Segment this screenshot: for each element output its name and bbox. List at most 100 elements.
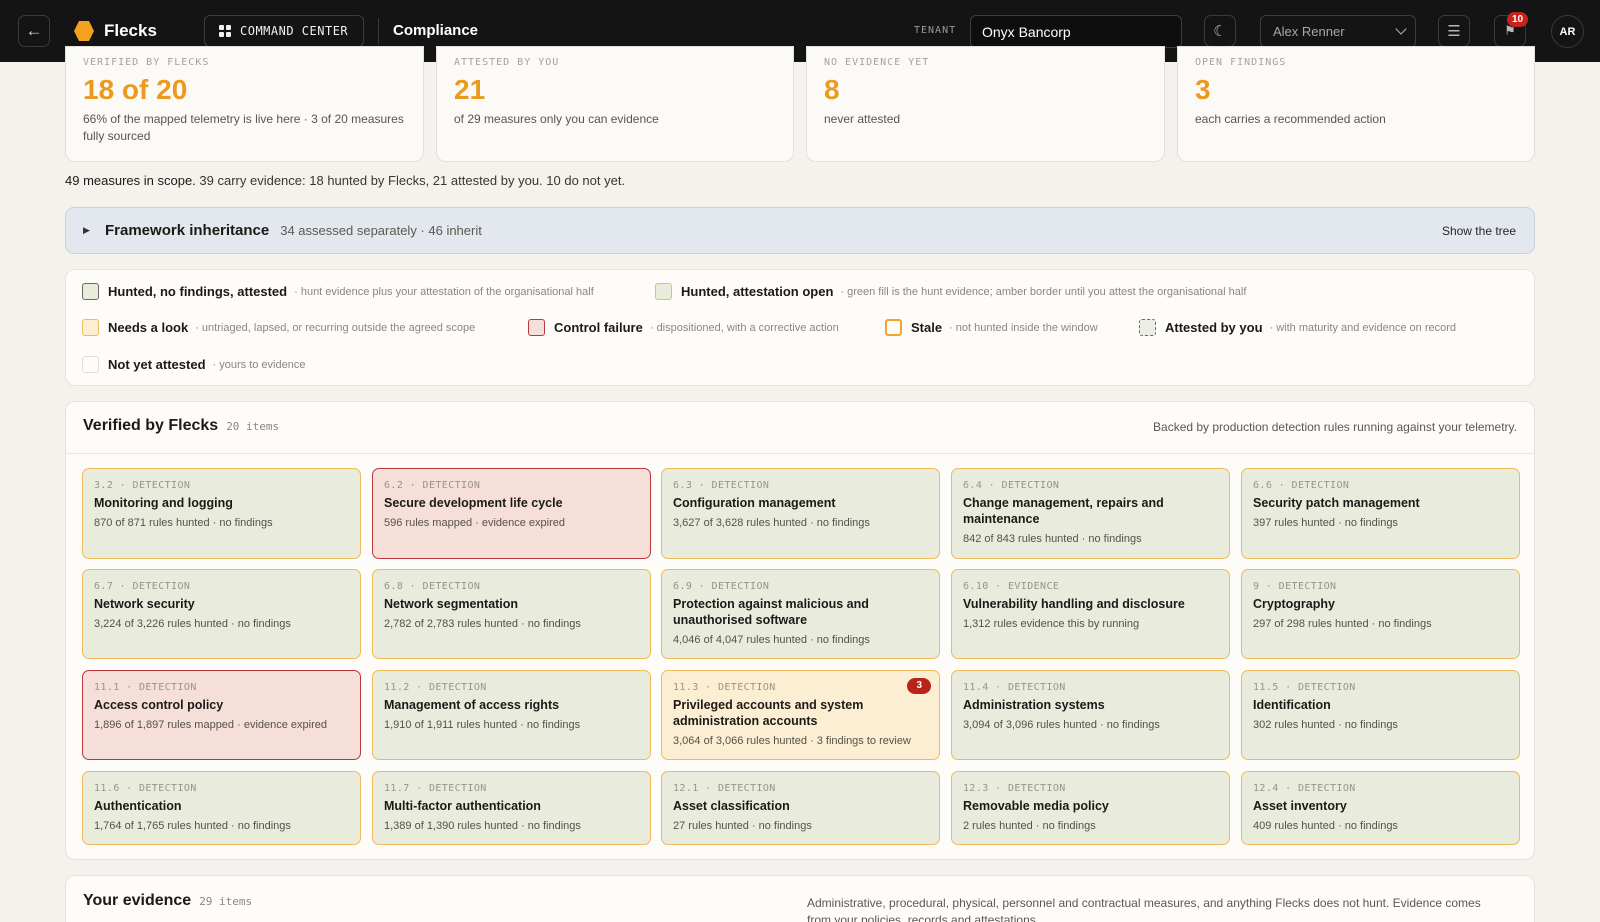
caret-right-icon: ▶ <box>83 225 90 235</box>
avatar[interactable]: AR <box>1551 15 1584 48</box>
section-note: Administrative, procedural, physical, pe… <box>807 896 1481 922</box>
measure-id: 11.2 · DETECTION <box>384 682 487 693</box>
command-center-label: COMMAND CENTER <box>240 24 349 38</box>
measure-detail: 397 rules hunted · no findings <box>1253 517 1398 529</box>
section-count: 20 items <box>226 420 280 433</box>
measure-title: Network security <box>94 597 195 611</box>
measure-card[interactable]: 12.1 · DETECTION Asset classification 27 r… <box>661 771 940 845</box>
measure-id: 6.2 · DETECTION <box>384 480 481 491</box>
measure-id: 6.9 · DETECTION <box>673 581 770 592</box>
measure-id: 12.3 · DETECTION <box>963 783 1066 794</box>
section-header: Verified by Flecks 20 items Backed by pro… <box>66 402 1534 454</box>
stat-subtext: never attested <box>824 112 901 126</box>
measure-card[interactable]: 11.5 · DETECTION Identification 302 rules … <box>1241 670 1520 760</box>
measure-detail: 2,782 of 2,783 rules hunted · no finding… <box>384 618 581 630</box>
measure-card[interactable]: 6.6 · DETECTION Security patch management… <box>1241 468 1520 559</box>
hamburger-icon: ☰ <box>1447 23 1461 40</box>
tenant-input[interactable] <box>970 15 1182 48</box>
legend-swatch <box>82 319 99 336</box>
legend-name: Not yet attested <box>108 357 206 372</box>
legend-desc: · green fill is the hunt evidence; amber… <box>840 285 1247 298</box>
measure-card[interactable]: 11.2 · DETECTION Management of access rig… <box>372 670 651 760</box>
back-button[interactable]: ← <box>18 15 50 47</box>
measure-card[interactable]: 11.4 · DETECTION Administration systems 3,… <box>951 670 1230 760</box>
measure-card[interactable]: 3.2 · DETECTION Monitoring and logging 870… <box>82 468 361 559</box>
section-title: Your evidence 29 items <box>83 892 252 910</box>
measure-detail: 302 rules hunted · no findings <box>1253 719 1398 731</box>
legend-name: Attested by you <box>1165 320 1263 335</box>
legend-item: Stale · not hunted inside the window <box>885 319 1098 336</box>
measure-card[interactable]: 9 · DETECTION Cryptography 297 of 298 rule… <box>1241 569 1520 659</box>
flecks-logo-icon <box>74 21 94 41</box>
measure-card[interactable]: 6.3 · DETECTION Configuration management 3… <box>661 468 940 559</box>
measure-title: Network segmentation <box>384 597 519 611</box>
measure-card[interactable]: 11.1 · DETECTION Access control policy 1,8… <box>82 670 361 760</box>
measure-card[interactable]: 6.9 · DETECTION Protection against malici… <box>661 569 940 659</box>
measure-card[interactable]: 11.6 · DETECTION Authentication 1,764 of 1… <box>82 771 361 845</box>
framework-inheritance-toggle[interactable]: ▶ Framework inheritance 34 assessed sepa… <box>65 207 1535 254</box>
stat-value: 8 <box>824 74 840 105</box>
stat-label: ATTESTED BY YOU <box>454 57 560 68</box>
measure-detail: 870 of 871 rules hunted · no findings <box>94 517 273 529</box>
measure-id: 11.1 · DETECTION <box>94 682 197 693</box>
measure-id: 11.6 · DETECTION <box>94 783 197 794</box>
measure-detail: 27 rules hunted · no findings <box>673 820 812 832</box>
legend-swatch <box>885 319 902 336</box>
inheritance-title: Framework inheritance <box>105 222 270 239</box>
menu-button[interactable]: ☰ <box>1438 15 1470 47</box>
measure-id: 12.1 · DETECTION <box>673 783 776 794</box>
measure-card[interactable]: 12.3 · DETECTION Removable media policy 2 … <box>951 771 1230 845</box>
measure-title: Asset classification <box>673 799 790 813</box>
measure-id: 11.5 · DETECTION <box>1253 682 1356 693</box>
measure-detail: 596 rules mapped · evidence expired <box>384 517 566 529</box>
stat-card-no-evidence[interactable]: NO EVIDENCE YET 8 never attested <box>806 46 1165 162</box>
section-title-text: Your evidence <box>83 892 192 909</box>
stat-label: NO EVIDENCE YET <box>824 57 930 68</box>
measure-title: Secure development life cycle <box>384 496 563 510</box>
stat-value: 3 <box>1195 74 1211 105</box>
section-count: 29 items <box>199 895 253 908</box>
measure-card[interactable]: 11.3 · DETECTION Privileged accounts and … <box>661 670 940 760</box>
measure-card[interactable]: 11.7 · DETECTION Multi-factor authenticat… <box>372 771 651 845</box>
legend-item: Attested by you · with maturity and evid… <box>1139 319 1456 336</box>
scope-rest: 39 carry evidence: 18 hunted by Flecks, … <box>195 173 626 188</box>
grid-icon <box>219 24 232 38</box>
legend-name: Control failure <box>554 320 643 335</box>
measure-card[interactable]: 12.4 · DETECTION Asset inventory 409 rules… <box>1241 771 1520 845</box>
your-evidence-section: Your evidence 29 items Administrative, pr… <box>65 875 1535 922</box>
legend-desc: · with maturity and evidence on record <box>1269 321 1456 334</box>
stat-card-verified[interactable]: VERIFIED BY FLECKS 18 of 20 66% of the m… <box>65 46 424 162</box>
stat-card-open-findings[interactable]: OPEN FINDINGS 3 each carries a recommend… <box>1177 46 1535 162</box>
measure-detail: 1,896 of 1,897 rules mapped · evidence e… <box>94 719 327 731</box>
legend-swatch <box>82 283 99 300</box>
measure-detail: 3,094 of 3,096 rules hunted · no finding… <box>963 719 1160 731</box>
chevron-down-icon <box>1395 23 1407 35</box>
user-select[interactable]: Alex Renner <box>1260 15 1416 48</box>
command-center-button[interactable]: COMMAND CENTER <box>204 15 364 47</box>
measure-card[interactable]: 6.4 · DETECTION Change management, repair… <box>951 468 1230 559</box>
stat-subtext: 66% of the mapped telemetry is live here… <box>83 112 404 143</box>
brand-name: Flecks <box>104 21 157 40</box>
measure-card[interactable]: 6.2 · DETECTION Secure development life c… <box>372 468 651 559</box>
legend-swatch <box>655 283 672 300</box>
theme-toggle-button[interactable]: ☾ <box>1204 15 1236 47</box>
show-tree-link[interactable]: Show the tree <box>1442 224 1516 238</box>
measure-id: 6.8 · DETECTION <box>384 581 481 592</box>
measure-detail: 1,910 of 1,911 rules hunted · no finding… <box>384 719 581 731</box>
measure-card[interactable]: 6.8 · DETECTION Network segmentation 2,782… <box>372 569 651 659</box>
stat-value: 18 of 20 <box>83 74 188 105</box>
legend-item: Hunted, no findings, attested · hunt evi… <box>82 283 594 300</box>
measure-title: Change management, repairs and maintenan… <box>963 496 1164 526</box>
stat-card-attested[interactable]: ATTESTED BY YOU 21 of 29 measures only y… <box>436 46 794 162</box>
measure-card[interactable]: 6.10 · EVIDENCE Vulnerability handling an… <box>951 569 1230 659</box>
measure-title: Administration systems <box>963 698 1105 712</box>
brand[interactable]: Flecks <box>72 19 157 43</box>
measure-title: Multi-factor authentication <box>384 799 541 813</box>
measure-detail: 1,764 of 1,765 rules hunted · no finding… <box>94 820 291 832</box>
scope-summary: 49 measures in scope. 39 carry evidence:… <box>65 173 625 188</box>
measure-id: 11.4 · DETECTION <box>963 682 1066 693</box>
measure-card[interactable]: 6.7 · DETECTION Network security 3,224 of … <box>82 569 361 659</box>
measure-detail: 4,046 of 4,047 rules hunted · no finding… <box>673 634 870 646</box>
user-select-value: Alex Renner <box>1273 24 1345 39</box>
section-title-text: Verified by Flecks <box>83 417 219 434</box>
